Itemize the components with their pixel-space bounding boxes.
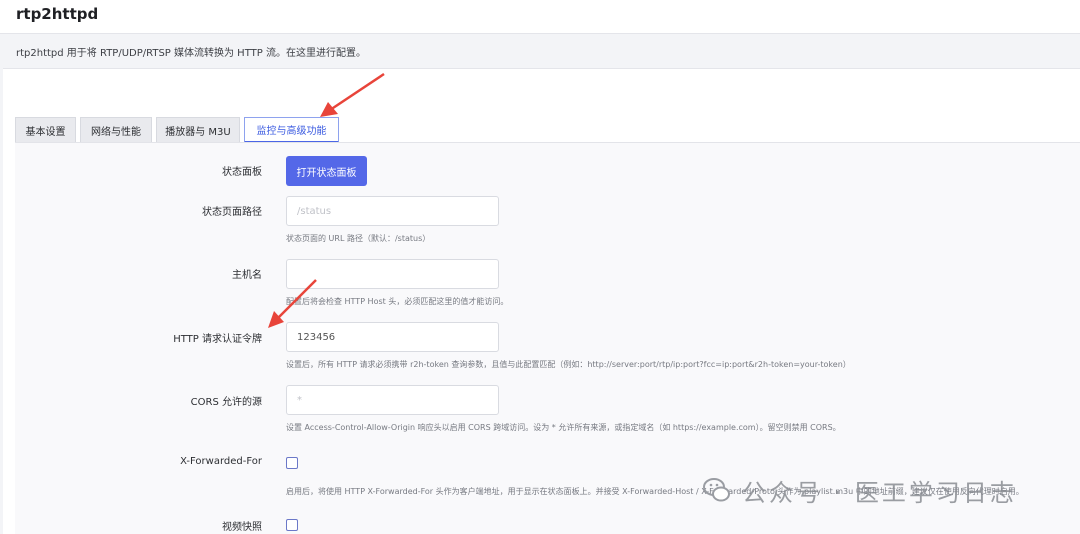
watermark-text: 公众号 · 医工学习日志: [742, 478, 1017, 507]
wechat-icon: [703, 478, 730, 502]
token-input[interactable]: [286, 322, 499, 352]
snapshot-label: 视频快照: [222, 522, 262, 533]
tab-player-m3u[interactable]: 播放器与 M3U: [156, 117, 240, 143]
status-path-input[interactable]: [286, 196, 499, 226]
watermark: 公众号 · 医工学习日志: [702, 470, 1062, 510]
app-title: rtp2httpd: [16, 5, 99, 23]
status-panel-label: 状态面板: [222, 167, 262, 178]
token-label: HTTP 请求认证令牌: [173, 334, 262, 345]
cors-help: 设置 Access-Control-Allow-Origin 响应头以启用 CO…: [286, 423, 841, 432]
page-description: rtp2httpd 用于将 RTP/UDP/RTSP 媒体流转换为 HTTP 流…: [16, 48, 366, 59]
tab-divider: [15, 142, 1080, 143]
hostname-input[interactable]: [286, 259, 499, 289]
tab-network-performance[interactable]: 网络与性能: [80, 117, 152, 143]
xff-checkbox[interactable]: [286, 457, 298, 469]
status-path-help: 状态页面的 URL 路径（默认：/status）: [286, 234, 431, 243]
snapshot-checkbox[interactable]: [286, 519, 298, 531]
xff-label: X-Forwarded-For: [180, 456, 262, 467]
hostname-help: 配置后将会检查 HTTP Host 头，必须匹配这里的值才能访问。: [286, 297, 509, 306]
hostname-label: 主机名: [232, 270, 262, 281]
token-help: 设置后，所有 HTTP 请求必须携带 r2h-token 查询参数，且值与此配置…: [286, 360, 851, 369]
tab-basic-settings[interactable]: 基本设置: [15, 117, 76, 143]
open-status-panel-button[interactable]: 打开状态面板: [286, 156, 367, 186]
status-path-label: 状态页面路径: [202, 207, 262, 218]
cors-input[interactable]: [286, 385, 499, 415]
cors-label: CORS 允许的源: [190, 397, 262, 408]
tab-monitoring-advanced[interactable]: 监控与高级功能: [244, 117, 339, 143]
app-header: rtp2httpd: [0, 0, 1080, 34]
